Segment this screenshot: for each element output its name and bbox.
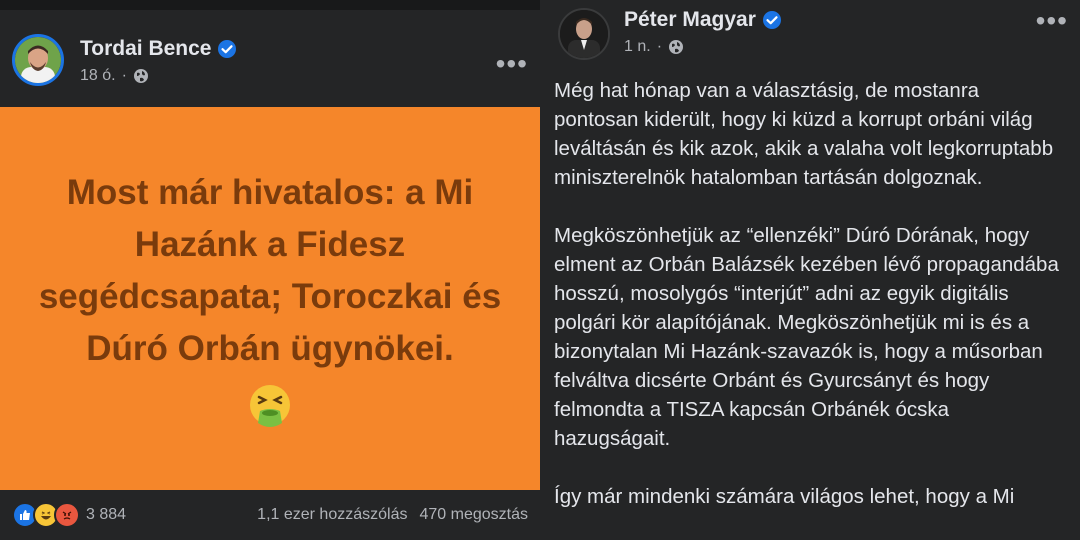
post-banner: Most már hivatalos: a Mi Hazánk a Fidesz…	[0, 107, 540, 490]
post-paragraph: Így már mindenki számára világos lehet, …	[554, 485, 1015, 508]
post-time[interactable]: 18 ó.	[80, 67, 116, 85]
post-body: Még hat hónap van a választásig, de most…	[554, 76, 1069, 540]
post-paragraph: Még hat hónap van a választásig, de most…	[554, 79, 1054, 189]
share-count[interactable]: 470 megosztás	[419, 506, 528, 524]
separator-dot: ·	[656, 38, 663, 55]
post-header: Tordai Bence 18 ó. · •••	[0, 24, 540, 86]
globe-icon	[669, 40, 684, 54]
avatar-image	[560, 10, 608, 58]
separator-dot: ·	[121, 67, 127, 84]
nauseated-face-emoji	[250, 384, 290, 427]
post-time[interactable]: 1 n.	[624, 38, 651, 56]
author-name[interactable]: Péter Magyar	[624, 8, 756, 32]
reaction-icons[interactable]	[12, 502, 80, 528]
author-name[interactable]: Tordai Bence	[80, 37, 211, 61]
post-header: Péter Magyar 1 n. · •••	[540, 0, 1080, 60]
more-options-icon[interactable]: •••	[496, 50, 528, 78]
verified-badge-icon	[762, 11, 781, 29]
angry-reaction-icon	[54, 502, 80, 528]
globe-icon	[133, 69, 148, 83]
post-footer: 3 884 1,1 ezer hozzászólás 470 megosztás	[0, 490, 540, 540]
avatar[interactable]	[12, 34, 64, 86]
post-paragraph: Megköszönhetjük az “ellenzéki” Dúró Dórá…	[554, 224, 1059, 450]
banner-text: Most már hivatalos: a Mi Hazánk a Fidesz…	[38, 172, 502, 368]
avatar-image	[15, 37, 61, 83]
reaction-count[interactable]: 3 884	[86, 506, 126, 524]
left-post: Tordai Bence 18 ó. · ••• Most már hivata…	[0, 0, 540, 540]
avatar[interactable]	[558, 8, 610, 60]
right-post: Péter Magyar 1 n. · ••• Még hat hónap va…	[540, 0, 1080, 540]
top-bar	[0, 0, 540, 10]
more-options-icon[interactable]: •••	[1036, 7, 1068, 35]
verified-badge-icon	[218, 40, 237, 58]
comment-count[interactable]: 1,1 ezer hozzászólás	[257, 506, 407, 524]
